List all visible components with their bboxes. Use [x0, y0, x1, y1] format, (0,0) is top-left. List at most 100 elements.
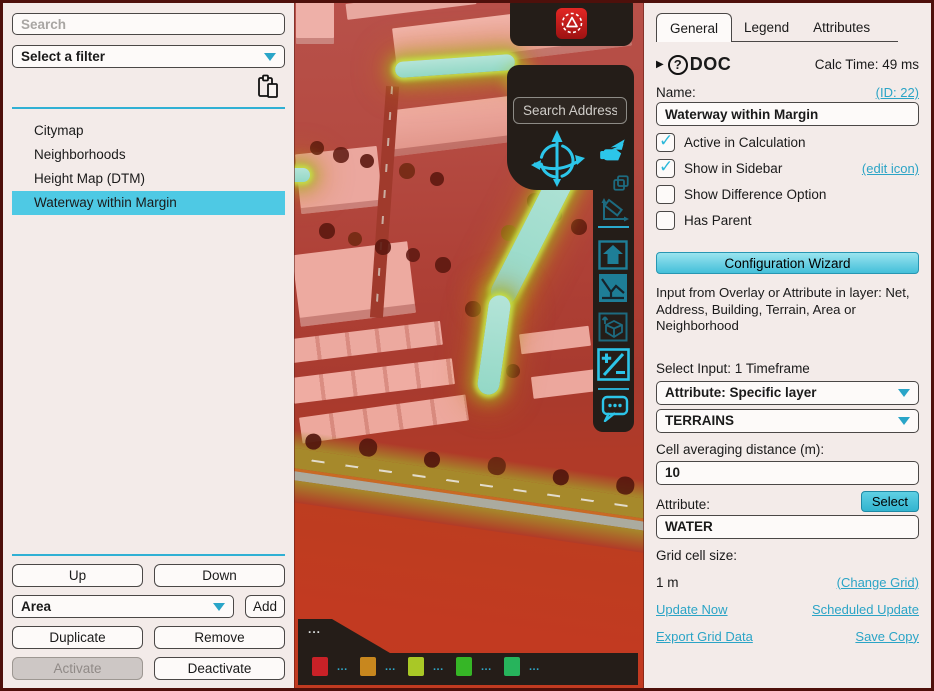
update-now-link[interactable]: Update Now — [656, 602, 728, 617]
tab-general[interactable]: General — [656, 13, 732, 42]
expand-arrow-icon[interactable]: ▶ — [656, 59, 664, 70]
chevron-down-icon — [264, 53, 276, 61]
panel-divider — [12, 554, 285, 556]
measure-icon[interactable] — [601, 198, 629, 222]
legend-entry: ... — [456, 657, 504, 676]
configuration-wizard-button[interactable]: Configuration Wizard — [656, 252, 919, 274]
legend-color-swatch — [456, 657, 472, 676]
map-canal-stub — [294, 168, 310, 182]
map-building — [519, 326, 591, 354]
select-input-label: Select Input: 1 Timeframe — [656, 361, 919, 376]
terrain-graph-icon[interactable] — [598, 273, 628, 303]
legend-entry: ... — [504, 657, 552, 676]
cell-averaging-input[interactable] — [656, 461, 919, 485]
checkbox-label: Has Parent — [684, 213, 752, 228]
grid-cell-size-value: 1 m — [656, 575, 679, 590]
layers-panel: Select a filter Citymap Neighborhoods He… — [3, 3, 294, 688]
select-attribute-button[interactable]: Select — [861, 491, 919, 512]
checkbox-row-active: Active in Calculation — [656, 133, 919, 152]
chevron-down-icon — [898, 417, 910, 425]
calc-time: Calc Time: 49 ms — [815, 57, 919, 72]
duplicate-button[interactable]: Duplicate — [12, 626, 143, 649]
remove-button[interactable]: Remove — [154, 626, 285, 649]
toolbar-divider — [598, 388, 629, 390]
layer-row-height-map[interactable]: Height Map (DTM) — [12, 167, 285, 191]
help-icon[interactable]: ? — [668, 55, 688, 75]
layer-type-value: Area — [21, 599, 213, 614]
legend-entry: ... — [312, 657, 360, 676]
map-canal-main-lower — [476, 294, 512, 396]
down-button[interactable]: Down — [154, 564, 285, 587]
map-building — [294, 241, 416, 327]
layer-row-citymap[interactable]: Citymap — [12, 119, 285, 143]
deactivate-button[interactable]: Deactivate — [154, 657, 285, 680]
map-toolbar — [593, 168, 634, 432]
3d-view-icon[interactable] — [598, 312, 628, 342]
legend-entry-label: ... — [385, 661, 396, 673]
map-building — [296, 0, 334, 44]
checkbox-label: Active in Calculation — [684, 135, 806, 150]
input-type-dropdown[interactable]: Attribute: Specific layer — [656, 381, 919, 405]
checkbox-label: Show Difference Option — [684, 187, 826, 202]
edit-icon-link[interactable]: (edit icon) — [862, 161, 919, 176]
paste-icon[interactable] — [257, 74, 279, 99]
id-link[interactable]: (ID: 22) — [876, 85, 919, 100]
activate-button[interactable]: Activate — [12, 657, 143, 680]
doc-title[interactable]: DOC — [690, 54, 732, 75]
input-info-text: Input from Overlay or Attribute in layer… — [656, 285, 919, 335]
compass-icon[interactable] — [527, 129, 589, 189]
legend-tab[interactable]: ... — [308, 622, 321, 636]
name-label: Name: — [656, 85, 696, 100]
chevron-down-icon — [898, 389, 910, 397]
legend-color-swatch — [408, 657, 424, 676]
checkbox-row-difference: Show Difference Option — [656, 185, 919, 204]
filter-dropdown[interactable]: Select a filter — [12, 45, 285, 68]
search-address-input[interactable] — [513, 97, 627, 124]
chevron-down-icon — [213, 603, 225, 611]
hand-tool-icon[interactable] — [599, 137, 627, 165]
legend-entry: ... — [408, 657, 456, 676]
active-in-calculation-checkbox[interactable] — [656, 133, 675, 152]
layer-search-input[interactable] — [12, 13, 285, 35]
map-building — [346, 0, 477, 20]
scheduled-update-link[interactable]: Scheduled Update — [812, 602, 919, 617]
map-3d-viewport[interactable]: ... ... ... ... ... ... — [294, 0, 644, 691]
legend-entry-label: ... — [529, 661, 540, 673]
has-parent-checkbox[interactable] — [656, 211, 675, 230]
change-grid-link[interactable]: (Change Grid) — [837, 575, 919, 590]
layer-row-waterway[interactable]: Waterway within Margin — [12, 191, 285, 215]
grid-cell-size-label: Grid cell size: — [656, 548, 919, 563]
attribute-label: Attribute: — [656, 497, 710, 512]
tab-legend[interactable]: Legend — [732, 13, 801, 41]
panel-divider — [12, 107, 285, 109]
warning-icon[interactable] — [556, 8, 587, 39]
export-grid-data-link[interactable]: Export Grid Data — [656, 629, 753, 644]
layer-type-dropdown[interactable]: Area — [12, 595, 234, 618]
save-copy-link[interactable]: Save Copy — [855, 629, 919, 644]
input-type-value: Attribute: Specific layer — [665, 385, 898, 400]
legend-entry-label: ... — [481, 661, 492, 673]
legend-entries: ... ... ... ... ... — [312, 657, 552, 676]
filter-dropdown-value: Select a filter — [21, 49, 264, 64]
up-button[interactable]: Up — [12, 564, 143, 587]
plus-minus-icon[interactable] — [597, 348, 630, 381]
attribute-input[interactable] — [656, 515, 919, 539]
map-house-row — [294, 321, 443, 363]
legend-entry-label: ... — [433, 661, 444, 673]
copy-icon[interactable] — [612, 174, 630, 192]
tab-attributes[interactable]: Attributes — [801, 13, 882, 41]
legend-color-swatch — [504, 657, 520, 676]
legend-entry-label: ... — [337, 661, 348, 673]
show-in-sidebar-checkbox[interactable] — [656, 159, 675, 178]
tab-bar: General Legend Attributes — [656, 13, 919, 42]
doc-header: ▶ ? DOC Calc Time: 49 ms — [656, 54, 919, 75]
layer-row-neighborhoods[interactable]: Neighborhoods — [12, 143, 285, 167]
toolbar-divider — [598, 226, 629, 228]
chat-icon[interactable] — [601, 395, 629, 422]
name-input[interactable] — [656, 102, 919, 126]
add-button[interactable]: Add — [245, 595, 285, 618]
map-trees — [294, 0, 300, 6]
show-difference-checkbox[interactable] — [656, 185, 675, 204]
home-view-icon[interactable] — [598, 240, 628, 270]
layer-source-dropdown[interactable]: TERRAINS — [656, 409, 919, 433]
